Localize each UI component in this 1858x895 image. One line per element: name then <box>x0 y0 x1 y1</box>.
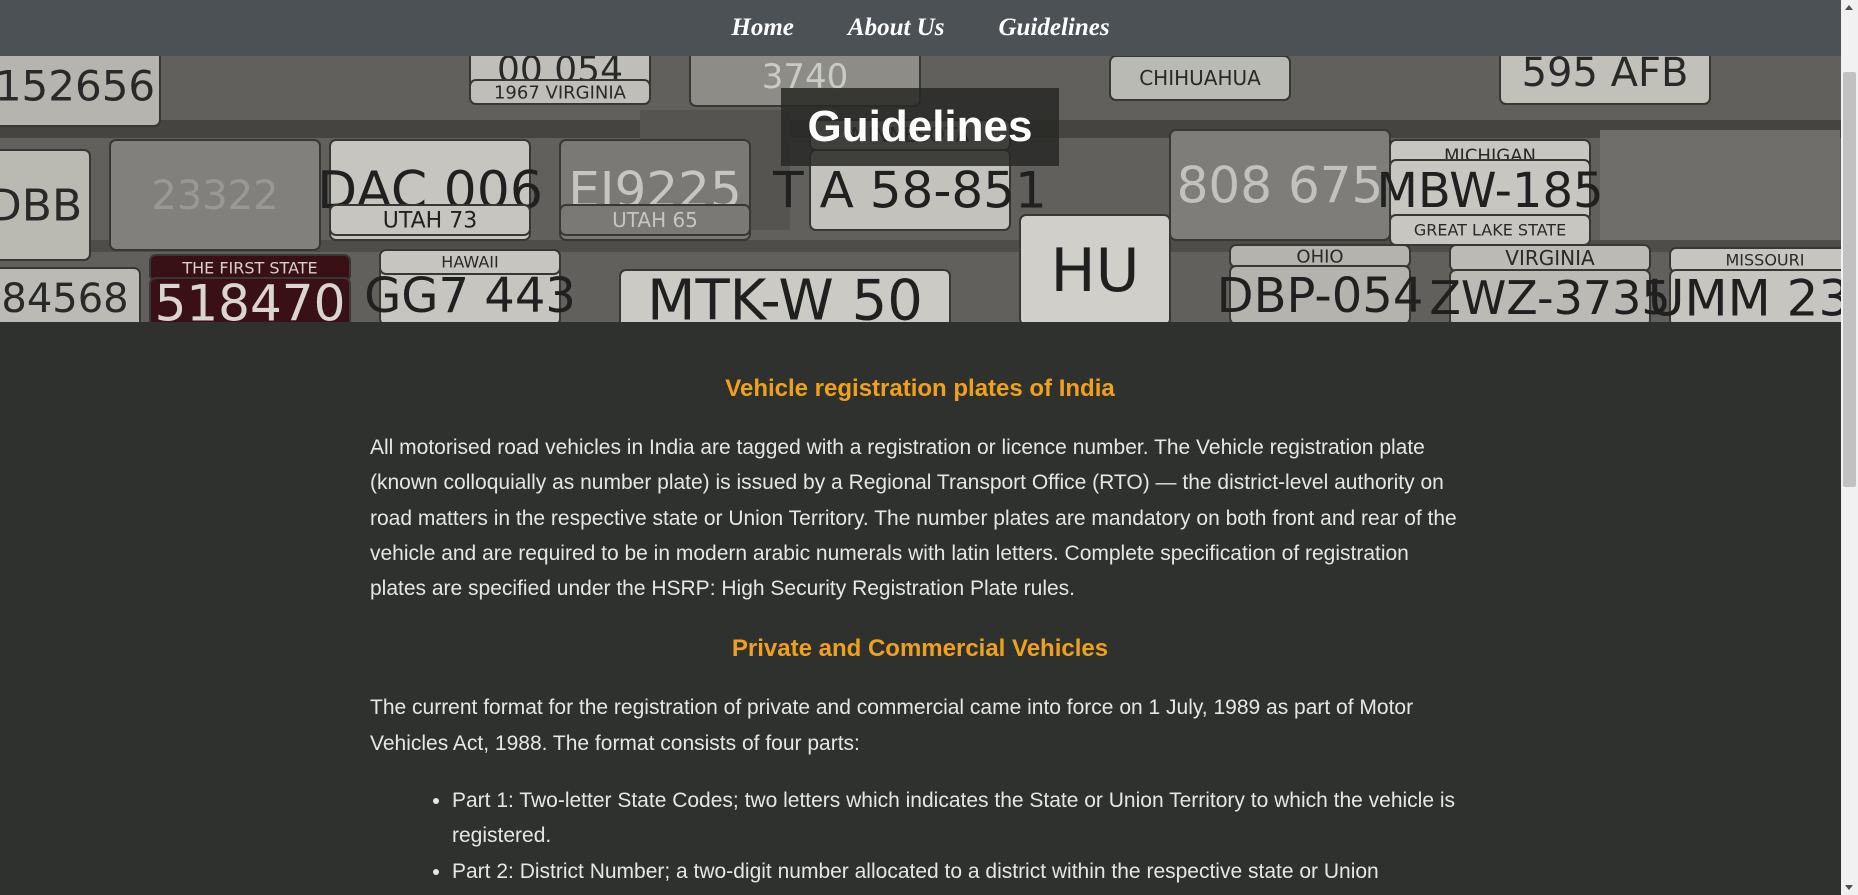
format-paragraph: The current format for the registration … <box>370 696 1414 755</box>
list-item: Part 1: Two-letter State Codes; two lett… <box>452 783 1470 854</box>
main-content: Vehicle registration plates of India All… <box>370 322 1470 889</box>
page-scrollbar[interactable] <box>1841 0 1858 895</box>
nav-about-us-link[interactable]: About Us <box>848 14 945 42</box>
scroll-down-arrow-icon[interactable] <box>1845 885 1853 890</box>
section-heading-private-commercial: Private and Commercial Vehicles <box>731 635 1109 663</box>
format-parts-list: Part 1: Two-letter State Codes; two lett… <box>370 783 1470 889</box>
scroll-up-arrow-icon[interactable] <box>1845 5 1853 10</box>
list-item: Part 2: District Number; a two-digit num… <box>452 854 1470 889</box>
scrollbar-thumb[interactable] <box>1843 72 1856 487</box>
nav-home-link[interactable]: Home <box>731 14 794 42</box>
top-navbar: Home About Us Guidelines <box>0 0 1841 56</box>
section-heading-registration-plates: Vehicle registration plates of India <box>725 375 1115 402</box>
nav-guidelines-link[interactable]: Guidelines <box>998 14 1109 42</box>
hero-title-box: Guidelines <box>781 88 1059 166</box>
hero-title: Guidelines <box>807 102 1033 151</box>
intro-paragraph: All motorised road vehicles in India are… <box>370 436 1457 601</box>
